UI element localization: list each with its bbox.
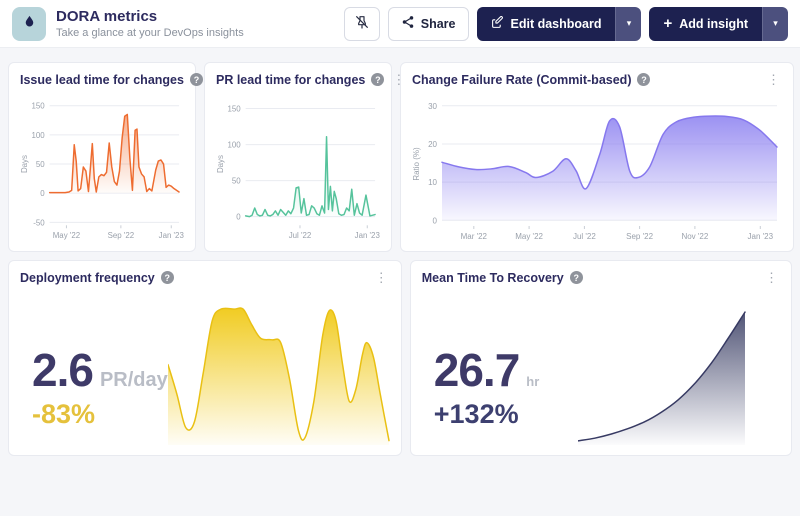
svg-text:Jan '23: Jan '23 — [748, 232, 774, 241]
droplet-icon — [22, 14, 37, 34]
card-mean-time-to-recovery: Mean Time To Recovery ? ⋮ 26.7 hr +132% — [410, 260, 792, 456]
top-bar: DORA metrics Take a glance at your DevOp… — [0, 0, 800, 48]
svg-text:-50: -50 — [33, 218, 45, 227]
svg-text:May '22: May '22 — [53, 231, 80, 240]
help-icon[interactable]: ? — [161, 271, 174, 284]
svg-text:150: 150 — [32, 102, 46, 111]
share-button[interactable]: Share — [388, 7, 469, 41]
edit-dashboard-button[interactable]: Edit dashboard — [477, 7, 616, 41]
svg-text:30: 30 — [428, 102, 437, 111]
svg-text:Days: Days — [20, 155, 29, 173]
edit-dashboard-label: Edit dashboard — [511, 17, 602, 31]
svg-text:Jan '23: Jan '23 — [355, 231, 380, 240]
page-subtitle: Take a glance at your DevOps insights — [56, 27, 244, 39]
stat-value: 26.7 — [434, 347, 520, 393]
card-title: Deployment frequency — [20, 271, 155, 285]
plus-icon: + — [663, 16, 672, 31]
edit-icon — [491, 16, 504, 32]
dashboard-grid: Issue lead time for changes ? ⋮ -50 0 50 10… — [0, 48, 800, 456]
help-icon[interactable]: ? — [190, 73, 203, 86]
caret-down-icon: ▾ — [773, 18, 778, 29]
svg-text:Sep '22: Sep '22 — [108, 231, 135, 240]
card-deployment-frequency: Deployment frequency ? ⋮ 2.6 PR/day -83% — [8, 260, 402, 456]
change-failure-rate-chart[interactable]: 0 10 20 30 Mar '22 May '22 Jul '22 Sep '22 Nov '… — [412, 94, 782, 242]
unpin-button[interactable] — [344, 7, 380, 41]
stat-unit: hr — [526, 374, 539, 389]
add-insight-label: Add insight — [679, 17, 748, 31]
card-title: Issue lead time for changes — [20, 73, 184, 87]
card-title: Mean Time To Recovery — [422, 271, 564, 285]
help-icon[interactable]: ? — [570, 271, 583, 284]
svg-text:Jan '23: Jan '23 — [159, 231, 184, 240]
svg-text:0: 0 — [433, 216, 438, 225]
pin-off-icon — [354, 14, 370, 33]
share-label: Share — [421, 17, 456, 31]
help-icon[interactable]: ? — [637, 73, 650, 86]
svg-text:Ratio (%): Ratio (%) — [412, 147, 421, 181]
svg-text:50: 50 — [232, 177, 241, 186]
svg-text:May '22: May '22 — [515, 232, 543, 241]
svg-text:150: 150 — [228, 104, 242, 113]
deployment-frequency-chart[interactable] — [168, 294, 390, 446]
issue-lead-time-chart[interactable]: -50 0 50 100 150 May '22 Sep '22 Jan '23 Days — [20, 94, 184, 242]
add-insight-split-button: + Add insight ▾ — [649, 7, 788, 41]
stat-change: +132% — [434, 399, 540, 430]
more-menu-icon[interactable]: ⋮ — [763, 270, 780, 285]
caret-down-icon: ▾ — [627, 18, 632, 29]
app-logo — [12, 7, 46, 41]
help-icon[interactable]: ? — [371, 73, 384, 86]
svg-text:Mar '22: Mar '22 — [461, 232, 488, 241]
card-title: Change Failure Rate (Commit-based) — [412, 73, 631, 87]
card-issue-lead-time: Issue lead time for changes ? ⋮ -5005010… — [8, 62, 196, 252]
svg-text:0: 0 — [236, 213, 241, 222]
card-change-failure-rate: Change Failure Rate (Commit-based) ? ⋮ 0… — [400, 62, 794, 252]
card-title: PR lead time for changes — [216, 73, 365, 87]
pr-lead-time-chart[interactable]: 0 50 100 150 Jul '22 Jan '23 Days — [216, 94, 380, 242]
stat-change: -83% — [32, 399, 168, 430]
svg-text:Nov '22: Nov '22 — [681, 232, 708, 241]
page-title: DORA metrics — [56, 8, 244, 25]
share-icon — [401, 15, 415, 32]
more-menu-icon[interactable]: ⋮ — [765, 72, 782, 87]
svg-text:Days: Days — [216, 155, 225, 173]
svg-text:100: 100 — [228, 141, 242, 150]
svg-text:50: 50 — [36, 160, 45, 169]
stat-value: 2.6 — [32, 347, 93, 393]
svg-text:Jul '22: Jul '22 — [573, 232, 596, 241]
more-menu-icon[interactable]: ⋮ — [373, 270, 390, 285]
edit-dashboard-dropdown-button[interactable]: ▾ — [615, 7, 641, 41]
mean-time-to-recovery-chart[interactable] — [578, 306, 746, 446]
svg-text:10: 10 — [428, 178, 437, 187]
card-pr-lead-time: PR lead time for changes ? ⋮ 050100150Ju… — [204, 62, 392, 252]
add-insight-button[interactable]: + Add insight — [649, 7, 762, 41]
add-insight-dropdown-button[interactable]: ▾ — [762, 7, 788, 41]
svg-text:100: 100 — [32, 131, 46, 140]
stat-unit: PR/day — [100, 369, 168, 392]
svg-text:20: 20 — [428, 140, 437, 149]
svg-text:Sep '22: Sep '22 — [626, 232, 653, 241]
svg-text:0: 0 — [40, 189, 45, 198]
edit-dashboard-split-button: Edit dashboard ▾ — [477, 7, 642, 41]
svg-text:Jul '22: Jul '22 — [289, 231, 312, 240]
